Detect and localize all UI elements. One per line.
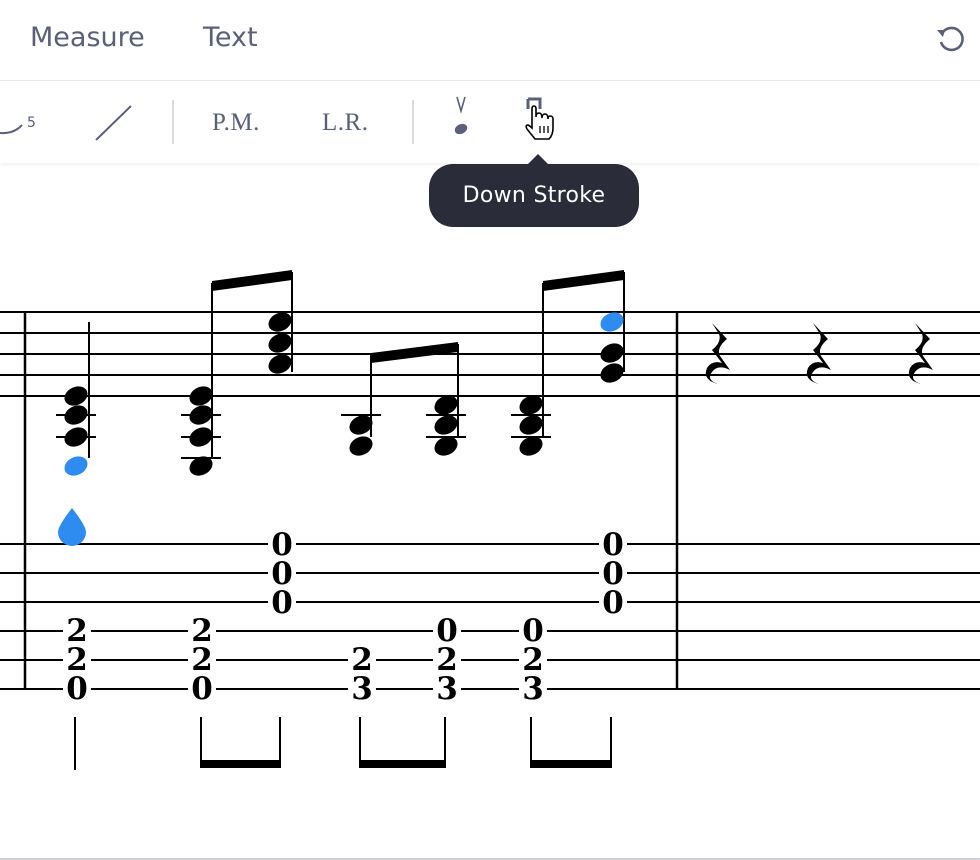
fret-number: 0 xyxy=(191,671,213,707)
slide-icon[interactable] xyxy=(94,103,134,143)
fret-number: 3 xyxy=(436,671,458,707)
chord-note[interactable] xyxy=(511,283,551,459)
down-stroke-icon[interactable] xyxy=(520,95,560,145)
tab-beam xyxy=(530,760,612,768)
tuplet-number: 5 xyxy=(27,115,36,131)
palm-mute-button[interactable]: P.M. xyxy=(212,109,260,137)
chord-note[interactable] xyxy=(56,322,96,479)
top-menu-bar: Measure Text xyxy=(0,0,980,81)
beam xyxy=(543,270,624,291)
chord-note[interactable] xyxy=(265,272,294,377)
beam xyxy=(212,270,292,291)
tab-text[interactable]: Text xyxy=(203,22,258,53)
hand-cursor-icon xyxy=(525,105,554,140)
tab-column[interactable]: 0 2 3 xyxy=(519,613,547,707)
toolbar-divider xyxy=(412,100,414,144)
tab-staff xyxy=(0,543,980,690)
tab-beam xyxy=(359,760,446,768)
fret-number: 0 xyxy=(271,585,293,621)
selected-note[interactable] xyxy=(61,453,90,479)
chord-note[interactable] xyxy=(426,344,466,459)
notation-staff xyxy=(0,311,980,397)
fret-number: 0 xyxy=(602,585,624,621)
tab-column[interactable]: 2 2 0 xyxy=(188,613,216,707)
tab-column[interactable]: 2 3 xyxy=(348,642,376,707)
up-stroke-icon[interactable] xyxy=(448,95,474,139)
let-ring-button[interactable]: L.R. xyxy=(322,109,368,137)
tab-measure[interactable]: Measure xyxy=(30,22,145,53)
fret-number: 3 xyxy=(522,671,544,707)
tab-column[interactable]: 0 0 0 xyxy=(268,527,296,621)
score-canvas[interactable]: 2 2 0 2 2 0 0 0 0 2 3 0 2 3 0 2 3 0 0 0 xyxy=(0,164,980,858)
fret-number: 0 xyxy=(66,671,88,707)
tuplet-slur-icon[interactable]: 5 xyxy=(0,107,40,139)
chord-note[interactable] xyxy=(341,355,381,459)
fret-number: 3 xyxy=(351,671,373,707)
tab-column[interactable]: 2 2 0 xyxy=(63,613,91,707)
beam xyxy=(371,342,458,363)
notation-toolbar: 5 P.M. L.R. xyxy=(0,81,980,163)
chord-note[interactable] xyxy=(597,272,626,386)
undo-icon[interactable] xyxy=(934,22,968,56)
insert-marker-icon xyxy=(58,508,86,546)
tab-column[interactable]: 0 2 3 xyxy=(433,613,461,707)
tab-column[interactable]: 0 0 0 xyxy=(599,527,627,621)
toolbar-divider xyxy=(172,100,174,144)
tab-beam xyxy=(200,760,281,768)
